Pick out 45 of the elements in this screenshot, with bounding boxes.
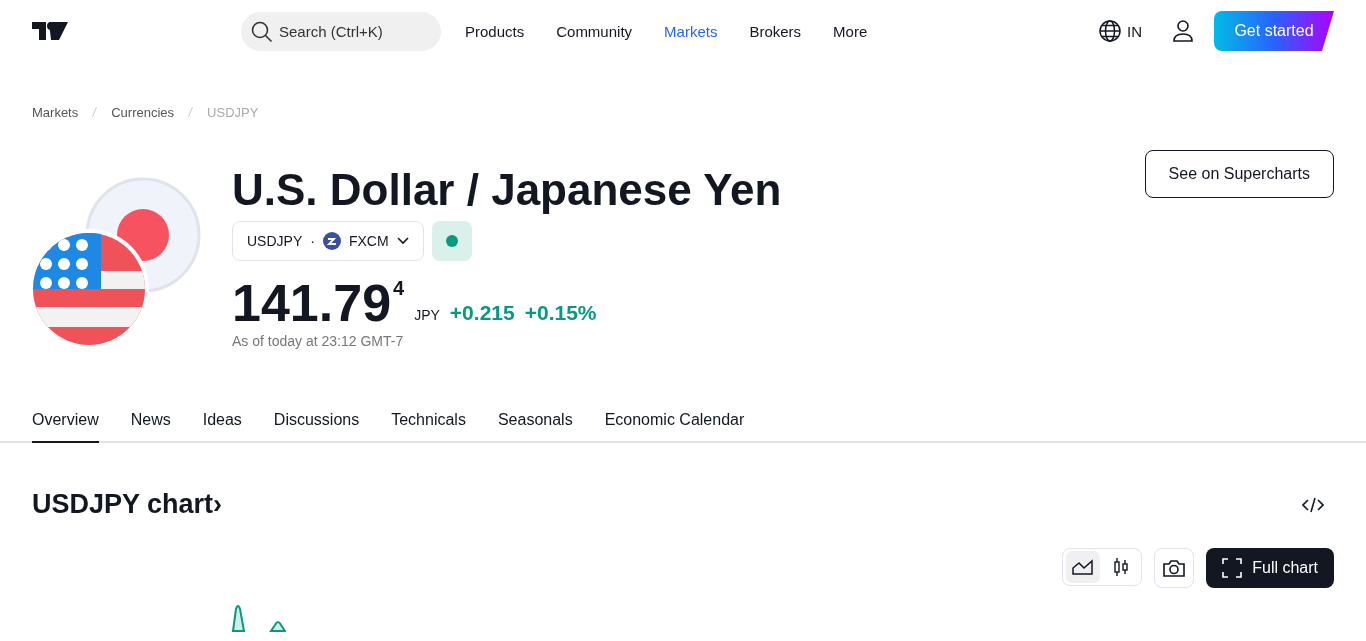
breadcrumb-link[interactable]: Markets — [32, 104, 79, 120]
currency-label: JPY — [414, 307, 440, 323]
breadcrumb-link[interactable]: Currencies — [111, 104, 175, 120]
logo-icon[interactable] — [32, 22, 68, 40]
price-value: 141.79 — [232, 275, 392, 331]
candlestick-icon — [1113, 557, 1130, 577]
area-chart-icon — [1072, 559, 1095, 575]
nav-link[interactable]: Products — [465, 22, 525, 40]
nav-link[interactable]: Brokers — [749, 22, 802, 40]
price-last-digit: 4 — [393, 277, 405, 299]
nav-link[interactable]: Community — [556, 22, 633, 40]
symbol-title: U.S. Dollar / Japanese Yen — [232, 165, 783, 215]
price-chart-drawing — [232, 602, 286, 632]
timestamp-text: As of today at 23:12 GMT-7 — [232, 333, 405, 349]
user-icon[interactable] — [1172, 20, 1194, 42]
embed-code-icon[interactable] — [1302, 496, 1324, 513]
region-button[interactable]: IN — [1099, 20, 1142, 42]
snapshot-button[interactable] — [1154, 548, 1195, 588]
section-tab[interactable]: Seasonals — [497, 411, 573, 443]
exchange-logo-icon — [322, 232, 341, 250]
price-change: +0.215 — [449, 301, 515, 325]
market-status-indicator — [431, 221, 472, 261]
get-started-button[interactable]: Get started — [1214, 11, 1334, 51]
full-chart-button[interactable]: Full chart — [1206, 548, 1334, 588]
supercharts-button[interactable]: See on Supercharts — [1144, 150, 1334, 198]
chart-title-link[interactable]: USDJPY chart› — [32, 489, 223, 520]
chevron-down-icon — [396, 237, 409, 245]
camera-icon — [1163, 559, 1186, 577]
globe-icon — [1099, 20, 1121, 42]
section-tab[interactable]: Economic Calendar — [604, 411, 745, 443]
nav-link[interactable]: Markets — [664, 22, 718, 40]
nav-link[interactable]: More — [833, 22, 868, 40]
section-tab[interactable]: News — [130, 411, 171, 443]
section-tab[interactable]: Discussions — [273, 411, 360, 443]
symbol-exchange-selector[interactable]: USDJPY · FXCM — [232, 221, 424, 261]
section-tab[interactable]: Technicals — [391, 411, 466, 443]
search-icon — [251, 20, 273, 43]
section-tab[interactable]: Ideas — [202, 411, 242, 443]
price-change-percent: +0.15% — [524, 301, 597, 325]
search-field[interactable]: Search (Ctrl+K) — [241, 11, 441, 51]
fullscreen-icon — [1222, 558, 1243, 578]
breadcrumb-separator-icon — [188, 107, 194, 117]
chart-type-button[interactable] — [1066, 551, 1101, 583]
section-tab[interactable]: Overview — [32, 411, 99, 443]
breadcrumb-separator-icon — [92, 107, 98, 117]
